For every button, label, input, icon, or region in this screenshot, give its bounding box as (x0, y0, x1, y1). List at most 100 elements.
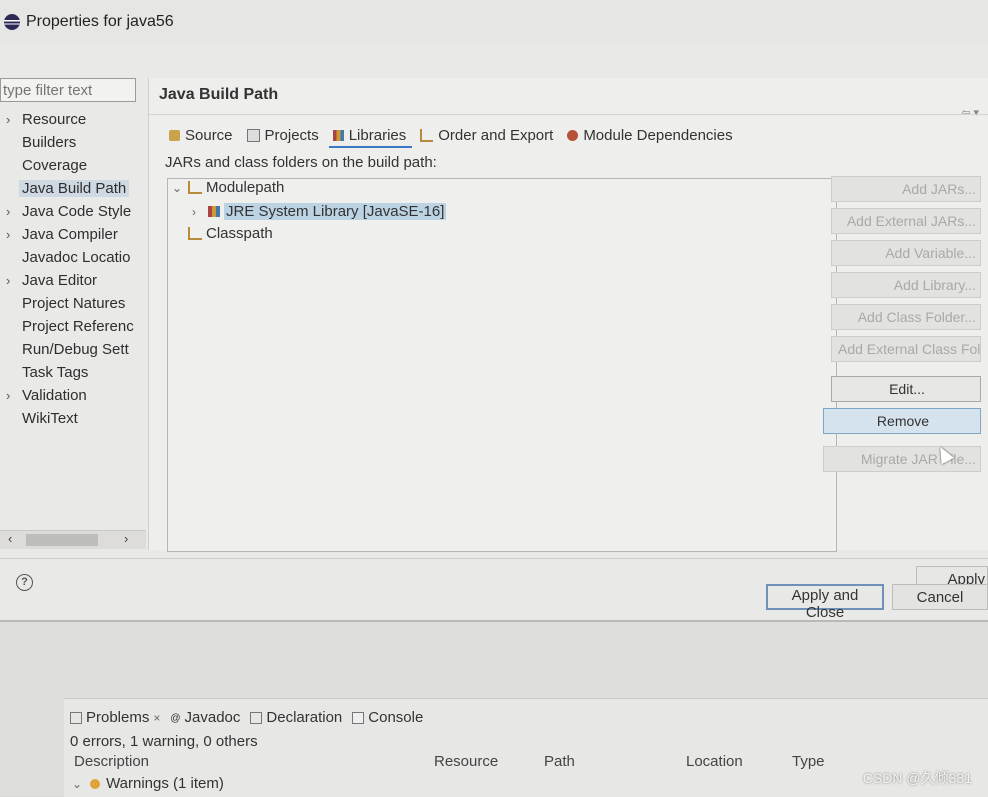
console-icon (352, 711, 365, 724)
tree-node-label: Classpath (206, 225, 273, 242)
warnings-row-label: Warnings (1 item) (106, 775, 224, 792)
chevron-right-icon[interactable]: › (6, 108, 10, 131)
table-row[interactable]: ⌄ Warnings (1 item) (72, 775, 224, 792)
nav-item-coverage[interactable]: Coverage (0, 154, 146, 177)
tab-declaration[interactable]: Declaration (250, 709, 342, 726)
tab-projects[interactable]: Projects (243, 124, 325, 146)
tab-label: Module Dependencies (583, 126, 733, 144)
chevron-down-icon[interactable]: ⌄ (172, 181, 188, 195)
nav-horizontal-scrollbar[interactable]: ‹ › (0, 530, 146, 549)
nav-item-validation[interactable]: › Validation (0, 384, 146, 407)
nav-item-label: Builders (22, 134, 77, 151)
tab-label: Console (368, 709, 424, 726)
tab-label: Projects (264, 126, 319, 144)
nav-item-javadoc-location[interactable]: Javadoc Locatio (0, 246, 146, 269)
apply-and-close-button[interactable]: Apply and Close (766, 584, 884, 621)
footer-divider (0, 558, 988, 559)
nav-item-label: Run/Debug Sett (22, 341, 129, 358)
column-description[interactable]: Description (74, 753, 149, 770)
module-dependencies-icon (567, 129, 579, 141)
header-divider (149, 114, 988, 115)
tab-javadoc[interactable]: @ Javadoc (170, 709, 240, 726)
projects-icon (246, 128, 260, 142)
filter-input[interactable] (0, 78, 136, 102)
title-bar: Properties for java56 (0, 0, 988, 44)
declaration-icon (250, 711, 263, 724)
tree-node-jre-system-library[interactable]: › JRE System Library [JavaSE-16] (192, 203, 447, 220)
add-library-button[interactable]: Add Library... (831, 272, 981, 298)
window-title: Properties for java56 (26, 13, 174, 30)
tab-label: Javadoc (184, 709, 241, 726)
nav-item-task-tags[interactable]: Task Tags (0, 361, 146, 384)
chevron-right-icon[interactable]: › (6, 269, 10, 292)
chevron-right-icon[interactable]: › (6, 384, 10, 407)
eclipse-icon (4, 14, 20, 30)
page-nav-arrows-icon[interactable]: ⇦ ▾ (961, 106, 979, 119)
remove-button[interactable]: Remove (823, 408, 981, 434)
nav-item-label: Java Code Style (22, 203, 132, 220)
add-external-jars-button[interactable]: Add External JARs... (831, 208, 981, 234)
tab-label: Order and Export (438, 126, 554, 144)
chevron-right-icon[interactable]: › (192, 205, 208, 219)
scroll-left-icon[interactable]: ‹ (8, 531, 12, 546)
nav-item-wikitext[interactable]: WikiText (0, 407, 146, 430)
help-icon[interactable]: ? (16, 574, 33, 591)
cancel-button[interactable]: Cancel (892, 584, 988, 610)
tree-node-modulepath[interactable]: ⌄ Modulepath (172, 179, 284, 196)
tab-console[interactable]: Console (352, 709, 423, 726)
nav-item-builders[interactable]: Builders (0, 131, 146, 154)
migrate-jar-file-button[interactable]: Migrate JAR File... (823, 446, 981, 472)
modulepath-icon (188, 181, 202, 194)
add-jars-button[interactable]: Add JARs... (831, 176, 981, 202)
nav-item-project-natures[interactable]: Project Natures (0, 292, 146, 315)
column-path[interactable]: Path (544, 753, 575, 770)
java-build-path-page: Java Build Path ⇦ ▾ Source Projects Libr… (148, 78, 988, 552)
add-variable-button[interactable]: Add Variable... (831, 240, 981, 266)
tree-node-label: Modulepath (206, 179, 285, 196)
problems-view: Problems × @ Javadoc Declaration Console 0… (64, 698, 988, 797)
libraries-tree[interactable]: ⌄ Modulepath › JRE System Library [JavaS… (167, 178, 837, 552)
tree-node-label: JRE System Library [JavaSE-16] (224, 203, 447, 220)
button-spacer (831, 368, 988, 376)
tab-module-dependencies[interactable]: Module Dependencies (563, 124, 738, 146)
add-class-folder-button[interactable]: Add Class Folder... (831, 304, 981, 330)
nav-item-label: Project Referenc (22, 318, 134, 335)
warning-icon (90, 778, 101, 789)
nav-item-java-build-path[interactable]: Java Build Path (0, 177, 146, 200)
libraries-icon (332, 129, 344, 141)
nav-item-resource[interactable]: › Resource (0, 108, 146, 131)
scrollbar-thumb[interactable] (26, 534, 98, 546)
nav-item-java-compiler[interactable]: › Java Compiler (0, 223, 146, 246)
tab-problems[interactable]: Problems × (70, 709, 160, 726)
tree-node-classpath[interactable]: Classpath (188, 225, 273, 242)
chevron-down-icon[interactable]: ⌄ (72, 777, 82, 791)
order-export-icon (420, 128, 434, 142)
column-location[interactable]: Location (686, 753, 743, 770)
nav-item-java-editor[interactable]: › Java Editor (0, 269, 146, 292)
chevron-right-icon[interactable]: › (6, 200, 10, 223)
nav-item-label: Java Editor (22, 272, 98, 289)
edit-button[interactable]: Edit... (831, 376, 981, 402)
tab-label: Problems (86, 709, 150, 726)
chevron-right-icon[interactable]: › (6, 223, 10, 246)
tab-order-and-export[interactable]: Order and Export (416, 124, 559, 146)
view-tabs: Problems × @ Javadoc Declaration Console (70, 709, 423, 726)
nav-item-label: Coverage (22, 157, 88, 174)
build-path-tabs: Source Projects Libraries Order and Expo… (165, 124, 739, 148)
add-external-class-folder-button[interactable]: Add External Class Folder... (831, 336, 981, 362)
column-resource[interactable]: Resource (434, 753, 498, 770)
nav-item-label: Java Compiler (22, 226, 118, 243)
column-type[interactable]: Type (792, 753, 825, 770)
javadoc-icon: @ (170, 712, 181, 724)
nav-item-project-references[interactable]: Project Referenc (0, 315, 146, 338)
tab-libraries[interactable]: Libraries (328, 124, 413, 148)
nav-item-run-debug-settings[interactable]: Run/Debug Sett (0, 338, 146, 361)
close-icon[interactable]: × (153, 711, 160, 725)
scroll-right-icon[interactable]: › (124, 531, 128, 546)
nav-item-java-code-style[interactable]: › Java Code Style (0, 200, 146, 223)
tab-label: Source (185, 126, 233, 144)
problems-icon (70, 711, 82, 724)
library-action-buttons: Add JARs... Add External JARs... Add Var… (823, 176, 988, 478)
classpath-icon (188, 227, 202, 240)
tab-source[interactable]: Source (165, 124, 239, 146)
